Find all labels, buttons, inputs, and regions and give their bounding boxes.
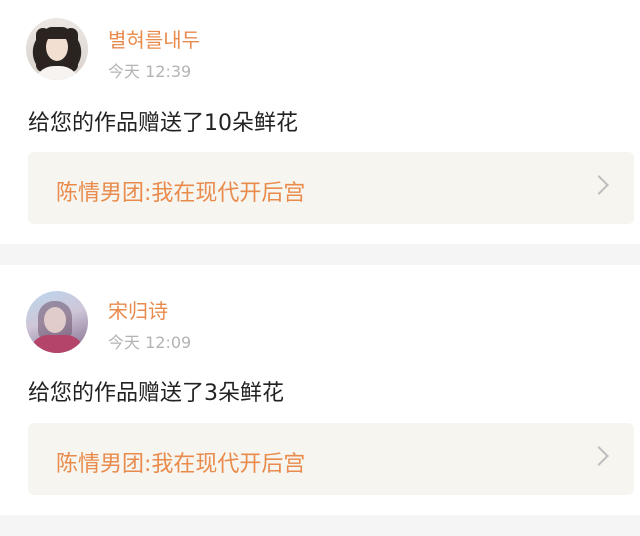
work-title: 陈情男团:我在现代开后宫: [56, 181, 306, 206]
user-avatar[interactable]: [26, 291, 88, 353]
work-link-card[interactable]: 陈情男团:我在现代开后宫: [28, 423, 634, 495]
user-avatar[interactable]: [26, 18, 88, 80]
chevron-right-icon: [589, 175, 609, 195]
avatar-clothing: [30, 335, 84, 353]
notification-card: 宋归诗 今天 12:09 给您的作品赠送了3朵鲜花 陈情男团:我在现代开后宫: [0, 265, 640, 515]
username[interactable]: 宋归诗: [108, 295, 168, 324]
chevron-right-icon: [589, 446, 609, 466]
notification-feed: 별혀를내두 今天 12:39 给您的作品赠送了10朵鲜花 陈情男团:我在现代开后…: [0, 0, 640, 536]
username[interactable]: 별혀를내두: [108, 24, 200, 53]
timestamp: 今天 12:39: [108, 62, 192, 81]
gift-message: 给您的作品赠送了10朵鲜花: [28, 111, 298, 136]
avatar-face: [44, 307, 66, 333]
notification-card: 별혀를내두 今天 12:39 给您的作品赠送了10朵鲜花 陈情男团:我在现代开后…: [0, 0, 640, 244]
avatar-fringe: [43, 27, 71, 39]
gift-message: 给您的作品赠送了3朵鲜花: [28, 381, 284, 406]
work-link-card[interactable]: 陈情男团:我在现代开后宫: [28, 152, 634, 224]
work-title: 陈情男团:我在现代开后宫: [56, 452, 306, 477]
timestamp: 今天 12:09: [108, 333, 192, 352]
